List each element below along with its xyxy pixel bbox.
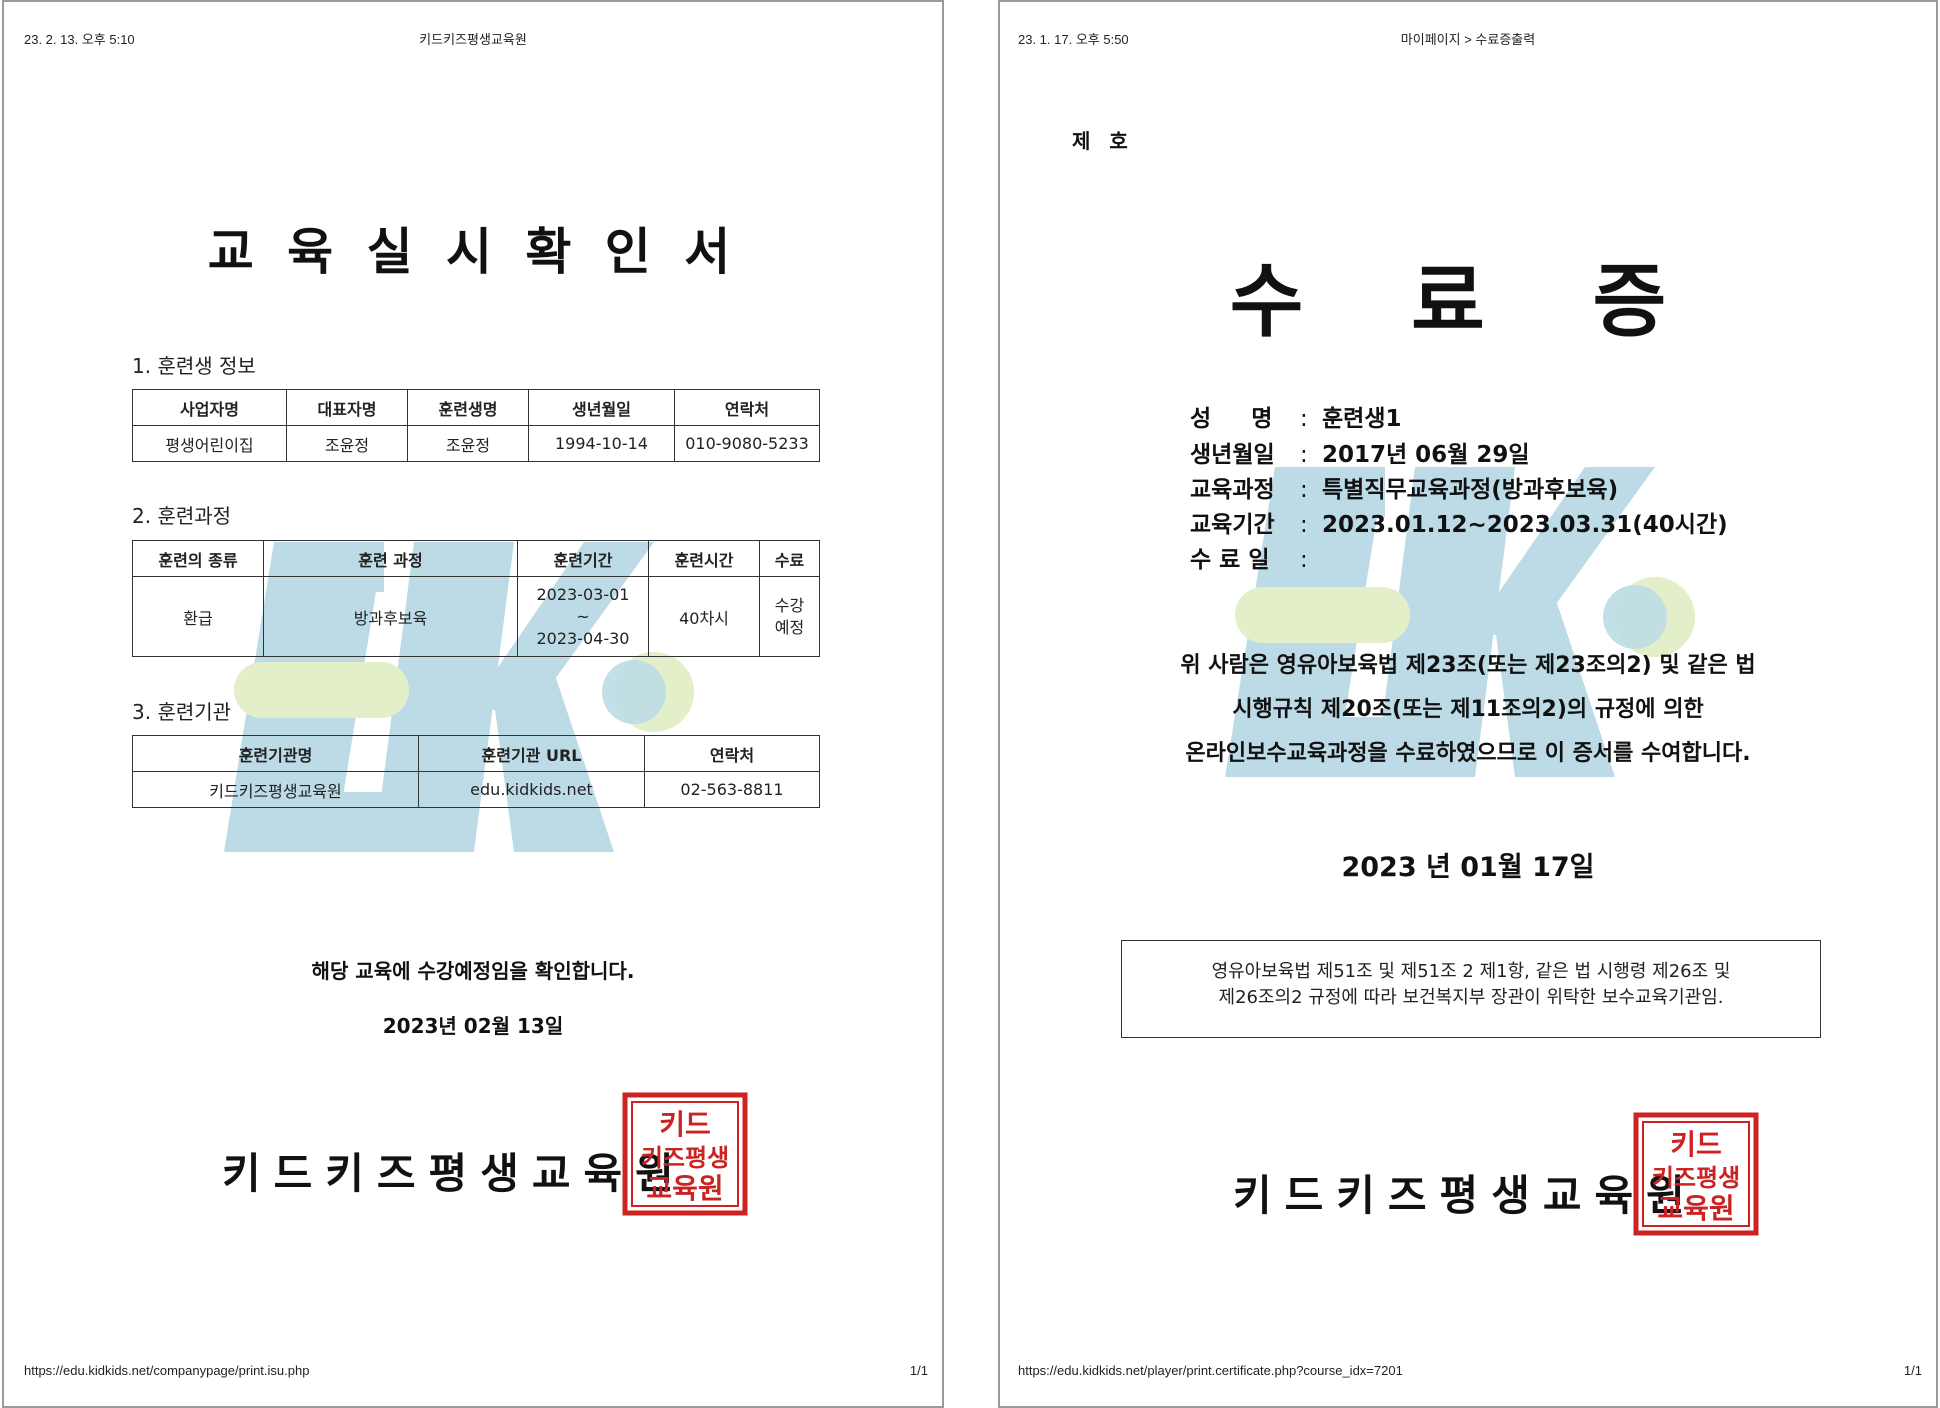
table-header: 훈련기관명 (132, 735, 419, 772)
table-cell: 1994-10-14 (528, 425, 675, 462)
field-label: 교육과정 (1190, 477, 1275, 503)
table-header: 연락처 (674, 389, 820, 426)
confirmation-statement: 해당 교육에 수강예정임을 확인합니다. (311, 959, 635, 983)
field-colon: : (1300, 512, 1308, 538)
official-seal-stamp: 키드 키즈평생 교육원 (622, 1092, 748, 1216)
table-header: 생년월일 (528, 389, 675, 426)
accreditation-notice-box: 영유아보육법 제51조 및 제51조 2 제1항, 같은 법 시행령 제26조 … (1121, 940, 1821, 1038)
table-header: 훈련 과정 (263, 540, 518, 577)
training-period-cell: 2023-03-01 ~ 2023-04-30 (517, 576, 649, 657)
notice-line: 영유아보육법 제51조 및 제51조 2 제1항, 같은 법 시행령 제26조 … (1211, 961, 1731, 982)
period-start: 2023-03-01 (536, 584, 630, 604)
status-line: 예정 (774, 617, 805, 637)
footer-url: https://edu.kidkids.net/companypage/prin… (24, 1363, 310, 1378)
print-header-title: 키드키즈평생교육원 (419, 32, 527, 47)
field-label: 교육기간 (1190, 512, 1275, 538)
table-cell: edu.kidkids.net (418, 771, 645, 808)
svg-text:키즈평생: 키즈평생 (1652, 1164, 1740, 1192)
table-cell: 40차시 (648, 576, 760, 657)
footer-url: https://edu.kidkids.net/player/print.cer… (1018, 1363, 1403, 1378)
institution-info-title: 3. 훈련기관 (132, 700, 232, 724)
svg-text:키드: 키드 (659, 1108, 711, 1141)
field-colon: : (1300, 406, 1308, 432)
table-cell: 010-9080-5233 (674, 425, 820, 462)
field-label: 성 명 (1190, 406, 1273, 432)
table-header: 훈련시간 (648, 540, 760, 577)
table-cell: 방과후보육 (263, 576, 518, 657)
completion-certificate-page: 23. 1. 17. 오후 5:50 마이페이지 > 수료증출력 제 호 수 료… (998, 0, 1938, 1408)
footer-page-number: 1/1 (909, 1363, 928, 1378)
issue-date: 2023년 02월 13일 (382, 1014, 564, 1038)
trainee-info-title: 1. 훈련생 정보 (132, 354, 256, 378)
education-confirmation-page: 23. 2. 13. 오후 5:10 키드키즈평생교육원 교 육 실 시 확 인… (2, 0, 944, 1408)
certificate-statement-line: 온라인보수교육과정을 수료하였으므로 이 증서를 수여합니다. (1185, 741, 1751, 766)
svg-text:키즈평생: 키즈평생 (641, 1144, 729, 1172)
table-header: 훈련의 종류 (132, 540, 264, 577)
field-label: 수 료 일 (1190, 547, 1270, 573)
certificate-date: 2023 년 01월 17일 (1341, 852, 1595, 883)
official-seal-stamp: 키드 키즈평생 교육원 (1633, 1112, 1759, 1236)
certificate-number-label: 제 호 (1072, 129, 1134, 153)
certificate-title: 수 료 증 (1229, 254, 1707, 348)
document-title: 교 육 실 시 확 인 서 (207, 222, 739, 281)
issuing-organization: 키드키즈평생교육원 (1233, 1171, 1698, 1220)
table-header: 수료 (759, 540, 820, 577)
certificate-statement-line: 위 사람은 영유아보육법 제23조(또는 제23조의2) 및 같은 법 (1180, 653, 1756, 678)
field-value: 훈련생1 (1322, 406, 1402, 432)
field-colon: : (1300, 547, 1308, 573)
table-cell: 평생어린이집 (132, 425, 287, 462)
status-line: 수강 (774, 595, 805, 615)
notice-line: 제26조의2 규정에 따라 보건복지부 장관이 위탁한 보수교육기관임. (1218, 987, 1724, 1008)
field-colon: : (1300, 477, 1308, 503)
print-header-title: 마이페이지 > 수료증출력 (1400, 32, 1536, 47)
svg-text:교육원: 교육원 (1657, 1192, 1734, 1225)
course-info-table: 훈련의 종류 훈련 과정 훈련기간 훈련시간 수료 환급 방과후보육 2023-… (132, 540, 820, 657)
svg-text:키드: 키드 (1670, 1128, 1722, 1161)
table-header: 사업자명 (132, 389, 287, 426)
table-cell: 환급 (132, 576, 264, 657)
table-header: 대표자명 (286, 389, 408, 426)
period-separator: ~ (576, 606, 590, 626)
certificate-statement-line: 시행규칙 제20조(또는 제11조의2)의 규정에 의한 (1232, 697, 1704, 722)
field-label: 생년월일 (1190, 442, 1275, 468)
svg-text:교육원: 교육원 (646, 1172, 723, 1205)
institution-info-table: 훈련기관명 훈련기관 URL 연락처 키드키즈평생교육원 edu.kidkids… (132, 735, 820, 808)
field-value: 2017년 06월 29일 (1322, 442, 1530, 468)
field-colon: : (1300, 442, 1308, 468)
table-cell: 키드키즈평생교육원 (132, 771, 419, 808)
period-end: 2023-04-30 (536, 628, 630, 648)
course-info-title: 2. 훈련과정 (132, 504, 232, 528)
table-header: 훈련생명 (407, 389, 529, 426)
trainee-info-table: 사업자명 대표자명 훈련생명 생년월일 연락처 평생어린이집 조윤정 조윤정 1… (132, 389, 820, 462)
footer-page-number: 1/1 (1903, 1363, 1922, 1378)
table-cell: 02-563-8811 (644, 771, 820, 808)
table-header: 훈련기간 (517, 540, 649, 577)
table-header: 연락처 (644, 735, 820, 772)
table-header: 훈련기관 URL (418, 735, 645, 772)
table-cell: 조윤정 (407, 425, 529, 462)
field-value: 2023.01.12~2023.03.31(40시간) (1322, 512, 1728, 538)
table-cell: 조윤정 (286, 425, 408, 462)
completion-status-cell: 수강 예정 (759, 576, 820, 657)
issuing-organization: 키드키즈평생교육원 (222, 1149, 687, 1198)
field-value: 특별직무교육과정(방과후보육) (1322, 477, 1619, 503)
